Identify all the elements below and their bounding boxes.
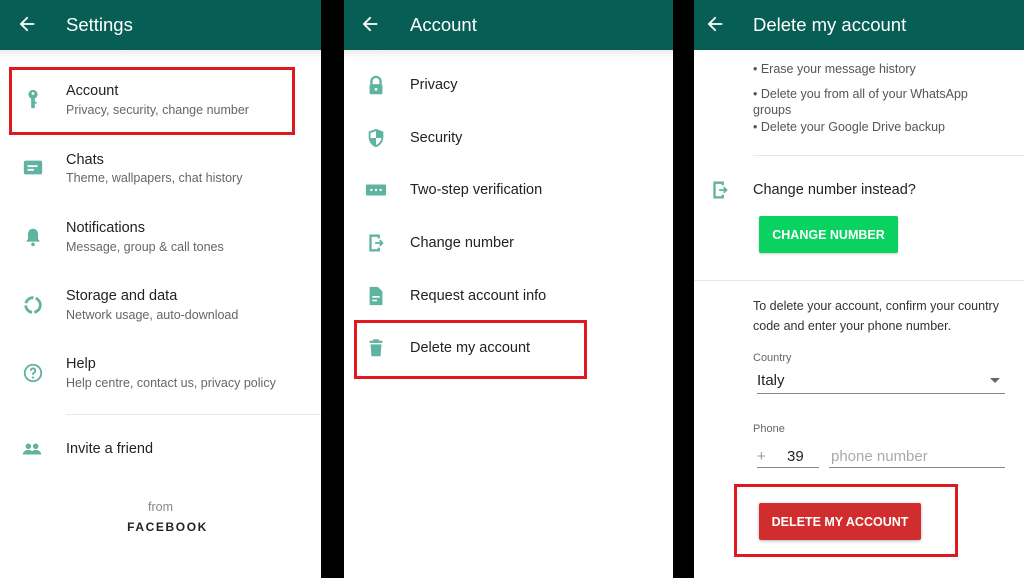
change-number-button[interactable]: CHANGE NUMBER bbox=[759, 216, 898, 253]
page-title: Settings bbox=[66, 14, 133, 35]
change-number-icon bbox=[365, 232, 387, 254]
divider bbox=[753, 155, 1024, 156]
item-title: Notifications bbox=[66, 220, 145, 236]
footer-brand: FACEBOOK bbox=[127, 520, 208, 534]
consequence-bullet: • Delete your Google Drive backup bbox=[753, 120, 945, 134]
page-title: Account bbox=[410, 14, 477, 35]
arrow-left-icon[interactable] bbox=[16, 13, 38, 35]
arrow-left-icon[interactable] bbox=[359, 13, 381, 35]
item-title: Help bbox=[66, 356, 96, 372]
item-subtitle: Theme, wallpapers, chat history bbox=[66, 171, 243, 185]
highlight-box bbox=[9, 67, 295, 135]
shield-icon bbox=[365, 127, 387, 149]
item-subtitle: Help centre, contact us, privacy policy bbox=[66, 376, 276, 390]
country-value: Italy bbox=[757, 372, 785, 389]
plus-sign: + bbox=[757, 448, 766, 465]
item-title: Chats bbox=[66, 152, 104, 168]
app-bar: Account bbox=[344, 0, 673, 50]
password-dots-icon bbox=[365, 179, 387, 201]
consequence-bullet: • Erase your message history bbox=[753, 62, 916, 76]
country-code-value: 39 bbox=[787, 448, 804, 465]
item-title: Invite a friend bbox=[66, 441, 154, 457]
dropdown-caret-icon bbox=[990, 378, 1000, 383]
bell-icon bbox=[22, 226, 44, 248]
arrow-left-icon[interactable] bbox=[704, 13, 726, 35]
divider bbox=[66, 414, 321, 415]
highlight-box bbox=[354, 320, 587, 379]
help-icon bbox=[22, 362, 44, 384]
document-icon bbox=[365, 285, 387, 307]
lock-icon bbox=[365, 75, 387, 97]
data-usage-icon bbox=[22, 294, 44, 316]
item-title: Privacy bbox=[410, 77, 458, 93]
phone-label: Phone bbox=[753, 423, 785, 435]
people-icon bbox=[21, 438, 43, 460]
item-title: Security bbox=[410, 130, 463, 146]
item-subtitle: Message, group & call tones bbox=[66, 240, 224, 254]
highlight-box bbox=[734, 484, 958, 557]
field-underline bbox=[757, 467, 819, 468]
appbar-shadow bbox=[344, 50, 673, 58]
settings-screen: Settings Account Privacy, security, chan… bbox=[0, 0, 321, 578]
app-bar: Delete my account bbox=[694, 0, 1024, 50]
delete-account-screen: Delete my account • Erase your message h… bbox=[694, 0, 1024, 578]
change-number-icon bbox=[709, 179, 731, 201]
item-title: Request account info bbox=[410, 288, 547, 304]
item-title: Storage and data bbox=[66, 288, 178, 304]
divider bbox=[694, 280, 1024, 281]
page-title: Delete my account bbox=[753, 14, 907, 35]
app-bar: Settings bbox=[0, 0, 321, 50]
appbar-shadow bbox=[0, 50, 321, 58]
chat-icon bbox=[22, 157, 44, 179]
item-title: Two-step verification bbox=[410, 182, 543, 198]
phone-number-input[interactable] bbox=[829, 446, 1005, 468]
delete-instructions: To delete your account, confirm your cou… bbox=[753, 299, 999, 333]
footer-from: from bbox=[148, 500, 173, 514]
consequence-bullet: • Delete you from all of your WhatsApp g… bbox=[753, 87, 968, 117]
item-title: Change number bbox=[410, 235, 514, 251]
country-label: Country bbox=[753, 352, 792, 364]
item-subtitle: Network usage, auto-download bbox=[66, 308, 239, 322]
select-underline bbox=[757, 393, 1005, 394]
change-number-prompt: Change number instead? bbox=[753, 182, 916, 198]
account-screen: Account Privacy Security Two-step verifi… bbox=[344, 0, 673, 578]
